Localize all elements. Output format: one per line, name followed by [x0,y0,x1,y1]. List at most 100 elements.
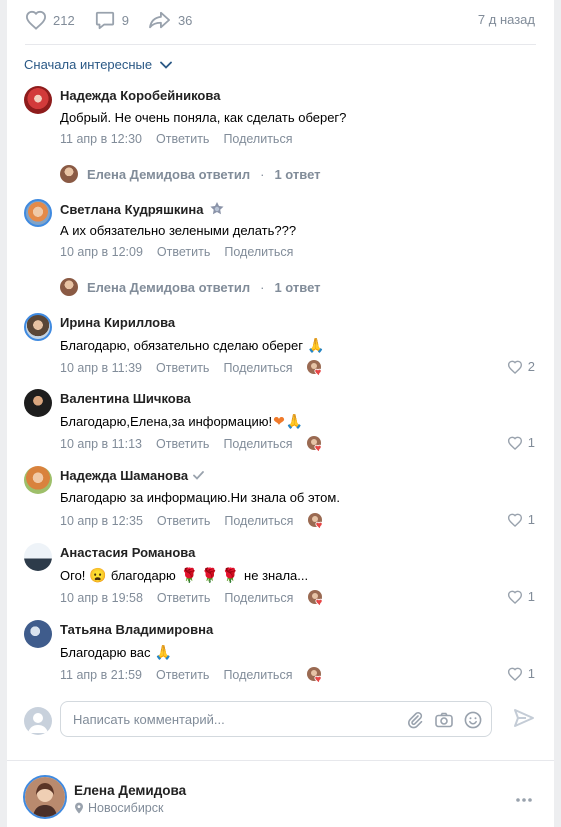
pray-emoji-icon: 🙏 [285,413,304,429]
profile-avatar[interactable] [23,775,67,819]
comment-text: Благодарю за информацию.Ни знала об этом… [60,490,340,505]
comment-date[interactable]: 10 апр в 12:09 [60,245,143,259]
comment-like-button[interactable]: 1 [507,589,535,604]
comment-icon [95,11,114,30]
comment-likes-count: 1 [527,666,535,681]
author-liked-icon [307,512,325,530]
orange-heart-emoji-icon: ❤ [273,413,285,429]
sticker-icon [209,202,224,215]
heart-icon [507,360,522,374]
current-user-avatar [24,707,52,735]
share-comment-button[interactable]: Поделиться [223,361,292,375]
comment-text-row: Ого! 😦 благодарю 🌹 🌹 🌹 не знала... [60,567,308,584]
reply-button[interactable]: Ответить [156,668,209,682]
replies-thread[interactable]: Елена Демидова ответил · 1 ответ [60,278,321,296]
camera-icon[interactable] [434,710,454,730]
comment-like-button[interactable]: 1 [507,435,535,450]
reply-button[interactable]: Ответить [157,591,210,605]
comment-author[interactable]: Татьяна Владимировна [60,622,213,637]
comment-date[interactable]: 10 апр в 11:39 [60,361,142,375]
comment-text-start: Ого! [60,568,86,583]
separator-dot: · [260,279,265,295]
comment-likes-count: 2 [527,359,535,374]
replies-thread[interactable]: Елена Демидова ответил · 1 ответ [60,165,321,183]
avatar[interactable] [24,199,52,227]
share-comment-button[interactable]: Поделиться [223,437,292,451]
comment-author[interactable]: Анастасия Романова [60,545,195,560]
divider [7,760,554,761]
chevron-down-icon [160,61,173,69]
avatar[interactable] [24,620,52,648]
more-icon[interactable] [515,790,533,808]
reply-button[interactable]: Ответить [156,361,209,375]
reply-button[interactable]: Ответить [157,245,210,259]
avatar[interactable] [24,389,52,417]
rose-emoji-icon: 🌹 [221,567,240,583]
comment-text-middle: благодарю [110,568,176,583]
comment-meta: 11 апр в 21:59 Ответить Поделиться [60,666,324,684]
avatar [60,165,78,183]
avatar[interactable] [24,466,52,494]
comment-like-button[interactable]: 1 [507,512,535,527]
author-liked-icon [306,435,324,453]
avatar [60,278,78,296]
comment-author-row: Светлана Кудряшкина [60,201,225,217]
share-comment-button[interactable]: Поделиться [224,591,293,605]
share-comment-button[interactable]: Поделиться [224,514,293,528]
comment-author[interactable]: Надежда Шаманова [60,468,188,483]
comment-author[interactable]: Валентина Шичкова [60,391,191,406]
avatar[interactable] [24,313,52,341]
heart-icon [507,590,522,604]
comment-date[interactable]: 11 апр в 21:59 [60,668,142,682]
reply-button[interactable]: Ответить [156,437,209,451]
comment-input[interactable]: Написать комментарий... [73,712,225,727]
comment-likes-count: 1 [527,435,535,450]
comment-meta: 10 апр в 11:13 Ответить Поделиться [60,435,324,453]
comment-like-button[interactable]: 2 [507,359,535,374]
profile-name[interactable]: Елена Демидова [74,783,186,798]
like-button[interactable]: 212 [25,10,75,30]
share-comment-button[interactable]: Поделиться [223,668,292,682]
emoji-icon[interactable] [463,710,483,730]
share-button[interactable]: 36 [148,10,192,30]
post-age: 7 д назад [477,12,535,27]
send-icon[interactable] [513,707,535,734]
composer-tools [396,710,483,730]
avatar[interactable] [24,86,52,114]
thread-author: Елена Демидова ответил [87,166,251,182]
thread-count: 1 ответ [274,166,321,182]
comment-author[interactable]: Ирина Кириллова [60,315,175,330]
comment-text: Благодарю вас [60,645,151,660]
comment-date[interactable]: 10 апр в 12:35 [60,514,143,528]
heart-icon [25,10,47,30]
comment-text-end: не знала... [244,568,309,583]
comment-date[interactable]: 10 апр в 19:58 [60,591,143,605]
comment-author[interactable]: Надежда Коробейникова [60,88,220,103]
pray-emoji-icon: 🙏 [154,644,172,660]
comment-input-box[interactable]: Написать комментарий... [60,701,492,737]
author-liked-icon [306,666,324,684]
comment-author[interactable]: Светлана Кудряшкина [60,202,204,217]
comment-text: Добрый. Не очень поняла, как сделать обе… [60,110,347,125]
attach-icon[interactable] [405,710,425,730]
comment-date[interactable]: 10 апр в 11:13 [60,437,142,451]
reply-button[interactable]: Ответить [157,514,210,528]
comment-date[interactable]: 11 апр в 12:30 [60,132,142,146]
sort-dropdown[interactable]: Сначала интересные [24,57,173,72]
thread-author: Елена Демидова ответил [87,279,251,295]
author-liked-icon [306,359,324,377]
heart-icon [507,513,522,527]
comment-text-row: Благодарю вас 🙏 [60,644,172,661]
comment-like-button[interactable]: 1 [507,666,535,681]
divider [25,44,536,45]
separator-dot: · [260,166,265,182]
avatar[interactable] [24,543,52,571]
sort-label: Сначала интересные [24,57,153,72]
comment-button[interactable]: 9 [94,10,129,30]
reply-button[interactable]: Ответить [156,132,209,146]
location-pin-icon [75,802,83,814]
thread-count: 1 ответ [274,279,321,295]
share-comment-button[interactable]: Поделиться [223,132,292,146]
shocked-face-emoji-icon: 😦 [89,567,107,583]
share-comment-button[interactable]: Поделиться [224,245,293,259]
